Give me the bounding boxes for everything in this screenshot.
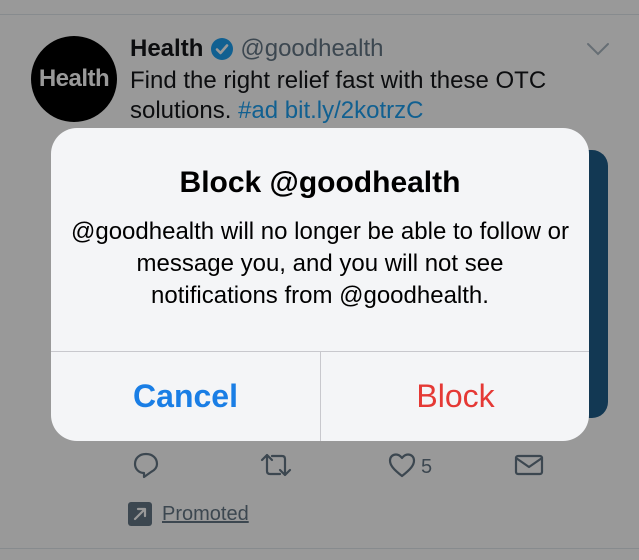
alert-title: Block @goodhealth — [179, 166, 461, 199]
block-alert-dialog: Block @goodhealth @goodhealth will no lo… — [51, 128, 589, 441]
cancel-button[interactable]: Cancel — [51, 352, 320, 441]
block-button[interactable]: Block — [321, 352, 589, 441]
alert-message: @goodhealth will no longer be able to fo… — [71, 218, 570, 309]
